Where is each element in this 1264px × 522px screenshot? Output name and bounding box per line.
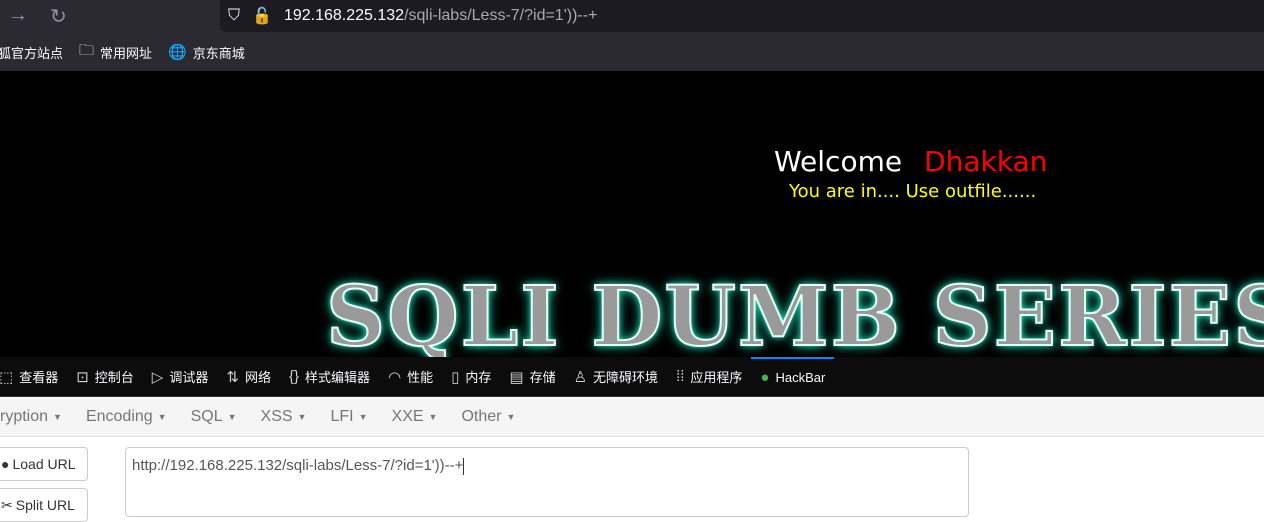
welcome-label: Welcome (774, 145, 903, 178)
url-path: /sqli-labs/Less-7/?id=1'))--+ (404, 7, 598, 24)
menu-label: LFI (330, 407, 354, 425)
tab-label: 控制台 (94, 370, 134, 385)
menu-encoding[interactable]: Encoding ▼ (68, 408, 179, 426)
bookmarks-bar: 狐官方站点 🗀 常用网址 🌐 京东商城 (0, 33, 1264, 71)
bookmark-label: 京东商城 (192, 45, 245, 61)
menu-label: Other (461, 407, 502, 425)
forward-icon[interactable]: → (8, 4, 28, 27)
address-bar[interactable]: ⛉ 🔓 192.168.225.132/sqli-labs/Less-7/?id… (220, 0, 1264, 32)
load-url-button[interactable]: ● Load URL (0, 447, 88, 481)
tab-label: HackBar (775, 370, 826, 385)
tab-memory[interactable]: ▯ 内存 (442, 357, 500, 396)
button-label: Load URL (12, 456, 76, 472)
hackbar-icon: ● (760, 369, 770, 386)
caret-down-icon: ▼ (227, 411, 237, 422)
tab-debugger[interactable]: ▷ 调试器 (143, 357, 218, 396)
result-message: You are in.... Use outfile...... (789, 181, 1037, 202)
button-label: Split URL (15, 497, 75, 513)
tab-application[interactable]: ⁞⁞ 应用程序 (667, 357, 751, 396)
accessibility-icon: ♙ (573, 368, 588, 386)
tab-console[interactable]: ⊡ 控制台 (67, 357, 143, 396)
bookmark-label: 常用网址 (100, 45, 153, 61)
performance-icon: ◠ (388, 368, 402, 386)
caret-down-icon: ▼ (506, 411, 516, 422)
tab-label: 应用程序 (690, 370, 743, 385)
menu-sql[interactable]: SQL ▼ (173, 408, 249, 426)
user-name: Dhakkan (924, 145, 1048, 178)
tab-label: 样式编辑器 (304, 370, 370, 385)
menu-other[interactable]: Other ▼ (443, 408, 527, 426)
tab-accessibility[interactable]: ♙ 无障碍环境 (565, 357, 667, 396)
menu-lfi[interactable]: LFI ▼ (312, 408, 379, 426)
style-editor-icon: {} (288, 368, 299, 385)
menu-label: SQL (190, 407, 223, 425)
caret-down-icon: ▼ (358, 411, 368, 422)
devtools-tabs: ⬚ 查看器 ⊡ 控制台 ▷ 调试器 ⇅ 网络 {} 样式编辑器 ◠ 性能 ▯ 内存 ▤ 存储 ♙… (0, 357, 1264, 397)
browser-toolbar: → ↻ ⛉ 🔓 192.168.225.132/sqli-labs/Less-7… (0, 0, 1264, 33)
tab-performance[interactable]: ◠ 性能 (379, 357, 442, 396)
menu-encryption[interactable]: ryption ▼ (0, 408, 74, 426)
insecure-lock-icon[interactable]: 🔓 (252, 6, 272, 26)
menu-xxe[interactable]: XXE ▼ (374, 408, 450, 426)
globe-icon: 🌐 (168, 44, 187, 61)
bookmark-firefox[interactable]: 狐官方站点 (0, 43, 63, 62)
inspector-icon: ⬚ (0, 368, 14, 386)
hackbar-url-input[interactable]: http://192.168.225.132/sqli-labs/Less-7/… (125, 447, 969, 517)
text-cursor (463, 457, 465, 475)
tab-storage[interactable]: ▤ 存储 (500, 357, 564, 396)
bookmark-common-sites[interactable]: 🗀 常用网址 (79, 40, 152, 65)
tab-hackbar[interactable]: ● HackBar (751, 357, 835, 396)
menu-label: XSS (260, 407, 293, 425)
menu-label: ryption (0, 407, 49, 425)
tab-label: 调试器 (169, 370, 209, 385)
tab-network[interactable]: ⇅ 网络 (217, 357, 280, 396)
tab-label: 查看器 (19, 370, 59, 385)
caret-down-icon: ▼ (297, 411, 307, 422)
storage-icon: ▤ (509, 368, 524, 386)
split-url-button[interactable]: ✂ Split URL (0, 488, 88, 522)
url-input-value: http://192.168.225.132/sqli-labs/Less-7/… (132, 457, 464, 474)
network-icon: ⇅ (226, 368, 239, 386)
hackbar-menu: ryption ▼ Encoding ▼ SQL ▼ XSS ▼ LFI ▼ XXE ▼ O… (0, 397, 1264, 437)
tab-label: 性能 (407, 370, 434, 385)
shield-icon[interactable]: ⛉ (228, 7, 240, 25)
menu-label: Encoding (85, 407, 153, 425)
tab-label: 无障碍环境 (593, 370, 659, 385)
load-icon: ● (1, 456, 10, 472)
welcome-text: Welcome Dhakkan (774, 145, 1047, 178)
caret-down-icon: ▼ (157, 411, 167, 422)
menu-xss[interactable]: XSS ▼ (243, 408, 319, 426)
tab-inspector[interactable]: ⬚ 查看器 (0, 357, 67, 396)
page-content: Welcome Dhakkan You are in.... Use outfil… (0, 71, 1264, 358)
caret-down-icon: ▼ (428, 411, 438, 422)
tab-label: 内存 (465, 370, 492, 385)
folder-icon: 🗀 (79, 41, 95, 59)
reload-icon[interactable]: ↻ (50, 4, 67, 29)
split-icon: ✂ (1, 496, 13, 513)
tab-label: 存储 (529, 370, 556, 385)
tab-style-editor[interactable]: {} 样式编辑器 (280, 357, 379, 396)
url-host: 192.168.225.132 (283, 7, 405, 24)
caret-down-icon: ▼ (53, 411, 62, 422)
memory-icon: ▯ (451, 368, 460, 386)
bookmark-label: 狐官方站点 (0, 45, 64, 61)
tab-label: 网络 (244, 370, 271, 385)
sqli-dumb-series-logo: SQLI DUMB SERIES (325, 268, 1264, 358)
debugger-icon: ▷ (151, 368, 164, 386)
bookmark-jd[interactable]: 🌐 京东商城 (168, 43, 245, 62)
menu-label: XXE (391, 407, 424, 425)
application-icon: ⁞⁞ (676, 368, 685, 385)
console-icon: ⊡ (76, 368, 89, 386)
